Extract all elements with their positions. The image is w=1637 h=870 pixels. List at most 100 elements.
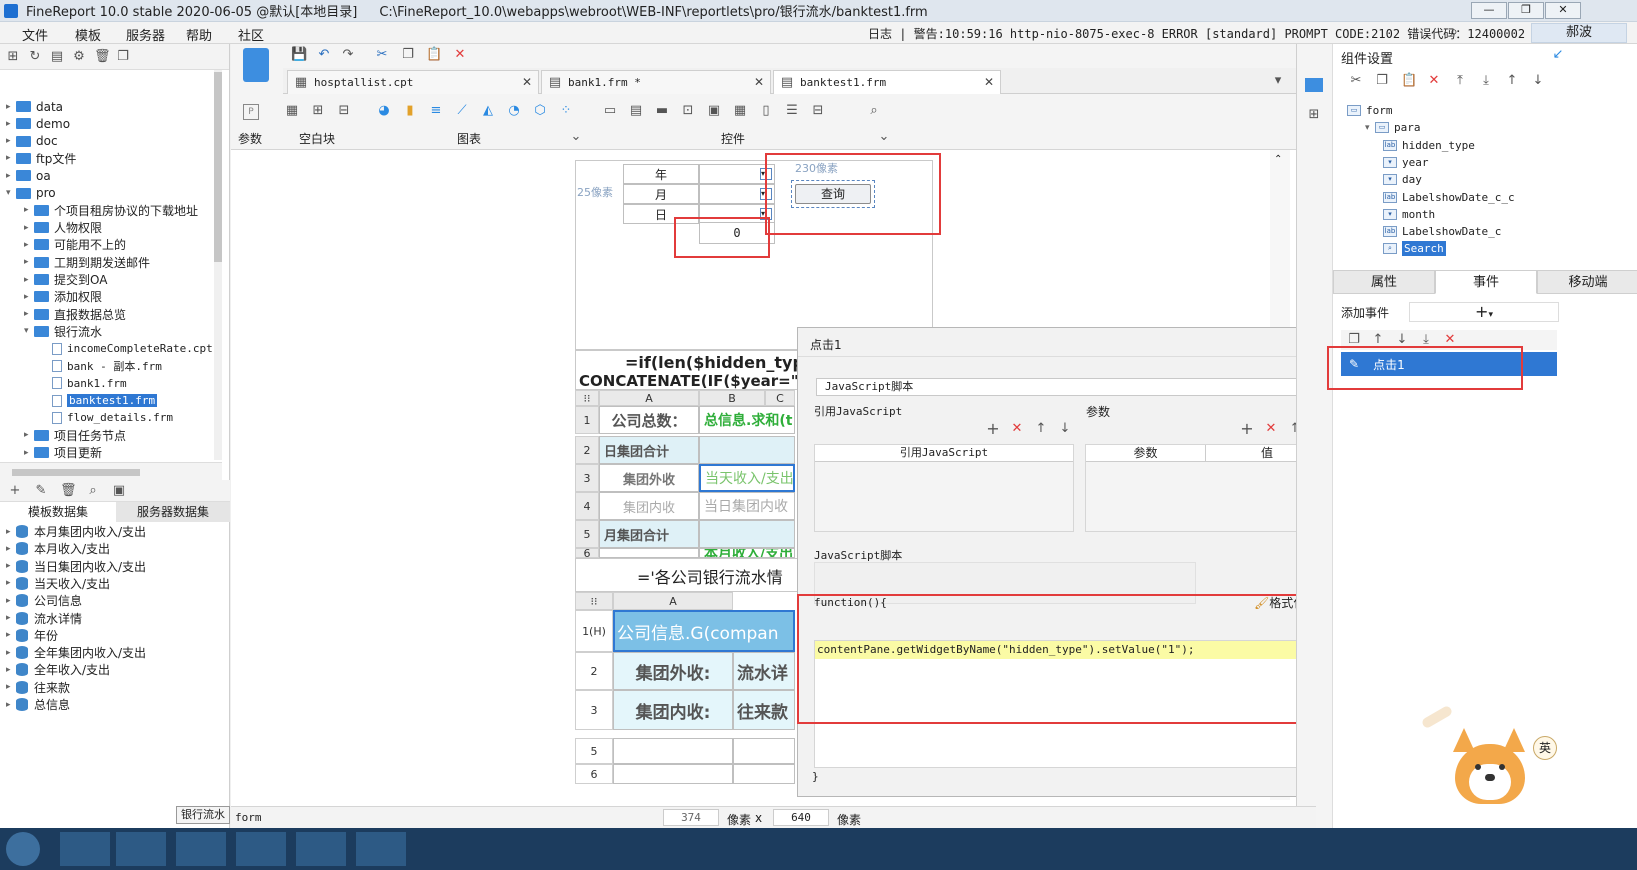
tree-folder[interactable]: ▸ 项目更新 bbox=[24, 444, 102, 461]
tree-folder[interactable]: ▸ ftp文件 bbox=[6, 150, 76, 167]
dataset-item[interactable]: ▸ 本月收入/支出 bbox=[6, 540, 110, 557]
grid-cell[interactable]: 日集团合计 bbox=[599, 436, 699, 464]
grid-cell[interactable]: 集团外收: bbox=[613, 652, 733, 690]
preview-icon[interactable]: ⌕ bbox=[86, 483, 100, 498]
year-combo[interactable]: ▾ bbox=[699, 164, 775, 184]
tree-scrollbar[interactable] bbox=[214, 70, 222, 460]
tree-widget-icon[interactable]: ⊟ bbox=[811, 104, 825, 118]
dataset-item[interactable]: ▸ 总信息 bbox=[6, 696, 70, 713]
gauge-chart-icon[interactable]: ◔ bbox=[507, 104, 521, 118]
chevron-right-icon[interactable]: ▸ bbox=[6, 119, 16, 129]
ime-indicator[interactable]: 英 bbox=[1533, 736, 1557, 760]
chevron-right-icon[interactable]: ▸ bbox=[6, 596, 16, 606]
delete-icon[interactable]: ✕ bbox=[1010, 422, 1024, 436]
tree-folder[interactable]: ▾ 银行流水 bbox=[24, 323, 102, 340]
widget-tree-item[interactable]: ▾ year bbox=[1383, 154, 1429, 171]
row-header[interactable]: 1(H) bbox=[575, 610, 613, 652]
widget-settings-icon[interactable] bbox=[1305, 78, 1323, 92]
width-input[interactable]: 374 bbox=[663, 809, 719, 826]
grid-cell[interactable]: 公司总数： bbox=[599, 406, 699, 434]
search-icon[interactable]: ⌕ bbox=[1450, 24, 1458, 40]
move-up-icon[interactable]: ↑ bbox=[1371, 333, 1385, 347]
grid-cell[interactable]: 集团外收 bbox=[599, 464, 699, 492]
cut-icon[interactable]: ✂ bbox=[1349, 74, 1363, 88]
tree-file[interactable]: banktest1.frm bbox=[42, 392, 158, 409]
grid-cell[interactable] bbox=[733, 764, 795, 784]
row-header[interactable]: 5 bbox=[575, 520, 599, 548]
undo-icon[interactable]: ↶ bbox=[317, 48, 331, 62]
taskbar-app-1[interactable] bbox=[60, 832, 110, 866]
tab-template-dataset[interactable]: 模板数据集 bbox=[0, 502, 116, 522]
add-icon[interactable]: + bbox=[8, 483, 22, 498]
widget-tree-item[interactable]: ▾ day bbox=[1383, 171, 1422, 188]
chevron-right-icon[interactable]: ▸ bbox=[6, 682, 16, 692]
param-label-month[interactable]: 月 bbox=[623, 184, 699, 204]
chevron-right-icon[interactable]: ▸ bbox=[6, 153, 16, 163]
scatter-chart-icon[interactable]: ⁘ bbox=[559, 104, 573, 118]
param-table[interactable]: 参数 值 bbox=[1085, 444, 1329, 532]
dataset-item[interactable]: ▸ 全年收入/支出 bbox=[6, 661, 110, 678]
menu-community[interactable]: 社区 bbox=[238, 25, 264, 44]
move-top-icon[interactable]: ⤒ bbox=[1453, 74, 1467, 88]
move-down-icon[interactable]: ↓ bbox=[1531, 74, 1545, 88]
tree-folder[interactable]: ▸ 可能用不上的 bbox=[24, 236, 126, 253]
user-name[interactable]: 郝波 bbox=[1531, 23, 1627, 43]
grid-cell[interactable] bbox=[613, 738, 733, 764]
row-header[interactable]: 2 bbox=[575, 436, 599, 464]
taskbar-app-6[interactable] bbox=[356, 832, 406, 866]
combo-widget-icon[interactable]: ⊡ bbox=[681, 104, 695, 118]
start-button[interactable] bbox=[6, 832, 40, 866]
tree-folder[interactable]: ▸ demo bbox=[6, 115, 70, 132]
grid-cell[interactable]: 月集团合计 bbox=[599, 520, 699, 548]
move-down-icon[interactable]: ↓ bbox=[1058, 422, 1072, 436]
chevron-right-icon[interactable]: ▸ bbox=[6, 136, 16, 146]
scroll-up-icon[interactable]: ⌃ bbox=[1274, 154, 1282, 165]
layout-icon[interactable]: ⊞ bbox=[311, 104, 325, 118]
number-widget-icon[interactable]: ▯ bbox=[759, 104, 773, 118]
dataset-item[interactable]: ▸ 年份 bbox=[6, 627, 58, 644]
grid-cell[interactable] bbox=[699, 520, 795, 548]
row-header[interactable]: 4 bbox=[575, 492, 599, 520]
log-message[interactable]: 日志 | 警告:10:59:16 http-nio-8075-exec-8 ER… bbox=[868, 25, 1566, 42]
widget-tree-item[interactable]: ⌕ Search bbox=[1383, 240, 1446, 257]
chevron-right-icon[interactable]: ▸ bbox=[6, 578, 16, 588]
copy-icon[interactable]: ❐ bbox=[1347, 333, 1361, 347]
redo-icon[interactable]: ↷ bbox=[341, 48, 355, 62]
tree-folder[interactable]: ▾ pro bbox=[6, 185, 56, 202]
pin-icon[interactable]: ↙ bbox=[1551, 48, 1565, 62]
minimize-button[interactable]: — bbox=[1471, 2, 1507, 19]
chevron-right-icon[interactable]: ▸ bbox=[6, 171, 16, 181]
copy-icon[interactable]: ❐ bbox=[401, 48, 415, 62]
tree-folder[interactable]: ▸ 个项目租房协议的下载地址 bbox=[24, 202, 198, 219]
chevron-right-icon[interactable]: ▸ bbox=[24, 292, 34, 302]
search-widget-icon[interactable]: ⌕ bbox=[867, 104, 881, 118]
close-tab-icon[interactable]: ✕ bbox=[984, 75, 994, 89]
ref-js-table[interactable]: 引用JavaScript bbox=[814, 444, 1074, 532]
chevron-right-icon[interactable]: ▸ bbox=[24, 275, 34, 285]
chevron-right-icon[interactable]: ▸ bbox=[24, 448, 34, 458]
row-header[interactable]: 5 bbox=[575, 738, 613, 764]
row-header[interactable]: 3 bbox=[575, 464, 599, 492]
taskbar-app-5[interactable] bbox=[296, 832, 346, 866]
tab-banktest1[interactable]: ▤ banktest1.frm ✕ bbox=[773, 70, 1001, 94]
widget-tree-item[interactable]: lab LabelshowDate_c_c bbox=[1383, 189, 1515, 206]
add-event-dropdown[interactable]: +▾ bbox=[1409, 302, 1559, 322]
grid-cell[interactable]: 公司信息.G(compan bbox=[613, 610, 795, 652]
chevron-down-icon[interactable]: ▾ bbox=[24, 326, 34, 336]
chevron-right-icon[interactable]: ▸ bbox=[6, 544, 16, 554]
add-icon[interactable]: + bbox=[986, 421, 1000, 437]
grid-cell[interactable] bbox=[599, 548, 699, 558]
tree-file[interactable]: incomeCompleteRate.cpt bbox=[42, 340, 213, 357]
close-tab-icon[interactable]: ✕ bbox=[754, 75, 764, 89]
tree-file[interactable]: bank1.frm bbox=[42, 375, 127, 392]
list-widget-icon[interactable]: ☰ bbox=[785, 104, 799, 118]
chevron-right-icon[interactable]: ▸ bbox=[6, 613, 16, 623]
tree-folder[interactable]: ▸ data bbox=[6, 98, 63, 115]
grid2-col-header-a[interactable]: A bbox=[613, 592, 733, 610]
label-widget-icon[interactable]: ▤ bbox=[629, 104, 643, 118]
paste-icon[interactable]: 📋 bbox=[1401, 74, 1417, 88]
tab-mobile[interactable]: 移动端 bbox=[1537, 270, 1637, 294]
chevron-right-icon[interactable]: ▸ bbox=[6, 665, 16, 675]
move-down-icon[interactable]: ↓ bbox=[1395, 333, 1409, 347]
chevron-down-icon[interactable]: ⌄ bbox=[569, 130, 583, 144]
